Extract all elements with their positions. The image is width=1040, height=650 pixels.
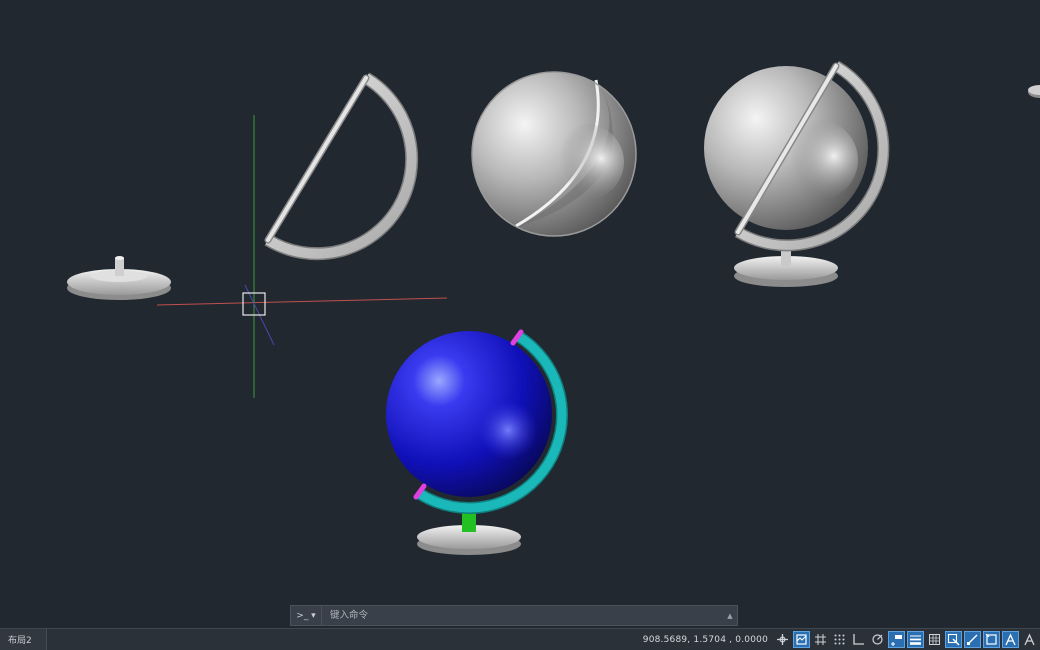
status-bar: 布局2 908.5689, 1.5704 , 0.0000 <box>0 628 1040 650</box>
command-history-button[interactable]: >_ ▾ <box>291 606 322 625</box>
annotation-visibility-icon[interactable] <box>1002 631 1019 648</box>
tab-layout2[interactable]: 布局2 <box>0 629 47 650</box>
grid-icon[interactable] <box>812 631 829 648</box>
command-scroll-up-icon[interactable]: ▲ <box>723 612 737 620</box>
hemisphere-shell-part[interactable] <box>471 71 637 237</box>
snap-tracking-icon[interactable] <box>774 631 791 648</box>
snap-mode-icon[interactable] <box>831 631 848 648</box>
assembled-globe-colored[interactable] <box>386 329 568 555</box>
ortho-icon[interactable] <box>850 631 867 648</box>
lineweight-icon[interactable] <box>907 631 924 648</box>
coordinate-readout[interactable]: 908.5689, 1.5704 , 0.0000 <box>643 635 774 645</box>
model-space-icon[interactable] <box>793 631 810 648</box>
selection-cycling-icon[interactable] <box>945 631 962 648</box>
partial-object-offscreen[interactable] <box>1028 85 1040 98</box>
layout-tab-label: 布局2 <box>8 636 32 646</box>
polar-tracking-icon[interactable] <box>869 631 886 648</box>
meridian-ring-part[interactable] <box>264 72 419 261</box>
drawing-viewport[interactable] <box>0 0 1040 628</box>
annotation-scale-icon[interactable] <box>1021 631 1038 648</box>
command-input[interactable] <box>322 607 723 624</box>
command-line[interactable]: >_ ▾ ▲ <box>290 605 738 626</box>
assembled-globe-gray[interactable] <box>704 60 890 287</box>
dynamic-input-icon[interactable] <box>888 631 905 648</box>
ucs-icon[interactable] <box>983 631 1000 648</box>
object-snap-icon[interactable] <box>964 631 981 648</box>
globe-base-part[interactable] <box>67 256 171 300</box>
transparency-icon[interactable] <box>926 631 943 648</box>
command-prompt-icon: >_ ▾ <box>296 610 316 621</box>
